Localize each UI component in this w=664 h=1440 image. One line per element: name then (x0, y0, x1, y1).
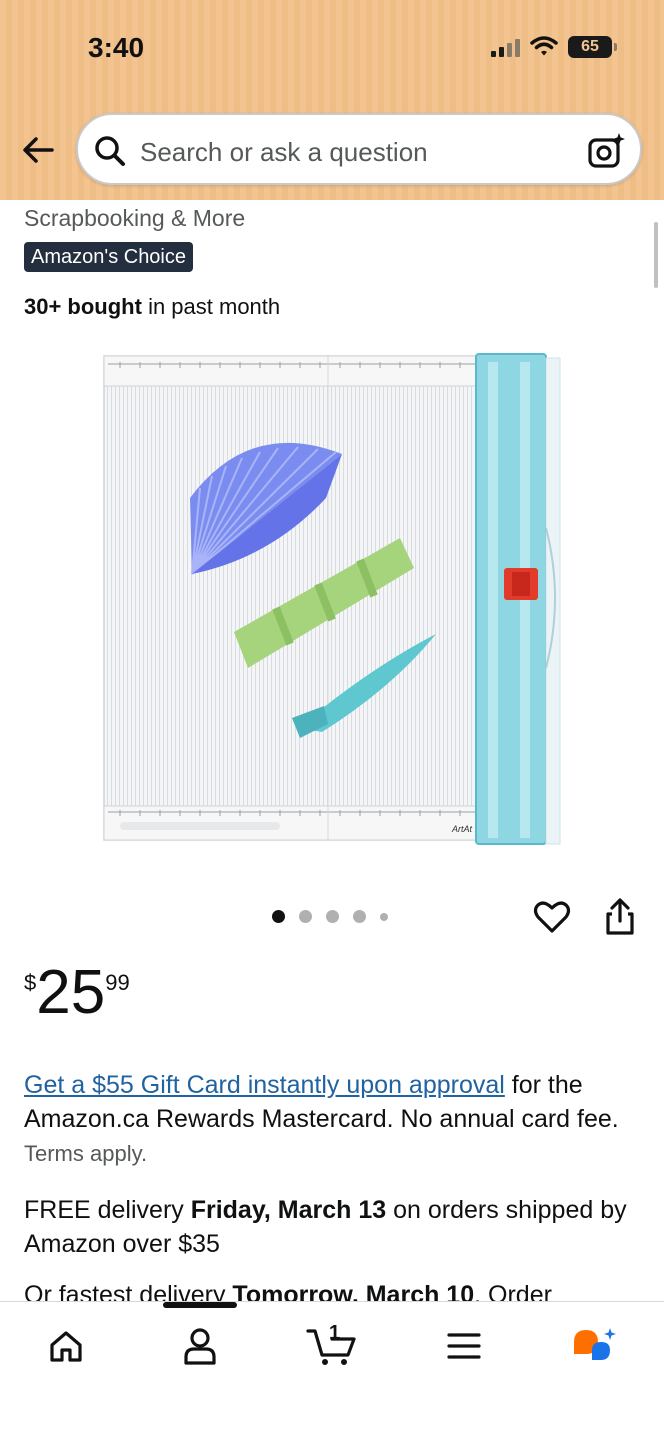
gift-card-link[interactable]: Get a $55 Gift Card instantly upon appro… (24, 1071, 505, 1099)
rufus-ai-icon[interactable] (570, 1324, 618, 1368)
scrollbar[interactable] (654, 222, 658, 288)
brand-mark: ArtAt (451, 824, 473, 834)
carousel-dot[interactable] (353, 910, 366, 923)
signal-icon (491, 37, 520, 57)
wifi-icon (530, 36, 558, 56)
camera-icon[interactable] (586, 131, 626, 171)
home-icon[interactable] (42, 1324, 90, 1368)
home-indicator (163, 1302, 237, 1308)
bought-count-strong: 30+ bought (24, 294, 142, 319)
delivery-info: FREE delivery Friday, March 13 on orders… (24, 1193, 644, 1261)
price-symbol: $ (24, 970, 37, 995)
carousel-dot[interactable] (299, 910, 312, 923)
trimmer-rail (475, 353, 561, 845)
back-arrow-icon[interactable] (18, 130, 58, 170)
delivery-prefix: FREE delivery (24, 1196, 191, 1224)
carousel-dot[interactable] (380, 912, 388, 921)
gift-card-promo: Get a $55 Gift Card instantly upon appro… (24, 1068, 644, 1171)
cart-icon[interactable]: 1 (306, 1322, 358, 1368)
heart-icon[interactable] (532, 897, 572, 937)
status-indicators: 65 (491, 36, 617, 58)
bought-count-rest: in past month (141, 294, 281, 319)
top-header: 3:40 65 Search or ask a question (0, 0, 664, 200)
delivery-date: Friday, March 13 (190, 1196, 387, 1224)
status-time: 3:40 (88, 32, 145, 63)
bottom-navigation: 1 (0, 1301, 664, 1440)
terms-link[interactable]: Terms apply. (24, 1141, 147, 1166)
carousel-dot[interactable] (272, 910, 285, 923)
image-carousel-dots[interactable] (272, 910, 388, 923)
share-icon[interactable] (600, 897, 640, 937)
price-fraction: 99 (105, 970, 130, 995)
menu-icon[interactable] (440, 1324, 488, 1368)
carousel-dot[interactable] (326, 910, 339, 923)
account-icon[interactable] (176, 1324, 224, 1368)
amazons-choice-badge: Amazon's Choice (24, 242, 193, 272)
search-input[interactable]: Search or ask a question (76, 113, 642, 185)
product-image[interactable]: ArtAt (100, 348, 566, 848)
bought-count: 30+ bought in past month (24, 294, 280, 320)
cart-count: 1 (329, 1322, 341, 1344)
search-icon (95, 136, 125, 166)
product-title[interactable]: Scrapbooking & More (24, 205, 245, 232)
search-placeholder: Search or ask a question (140, 137, 428, 167)
price-whole: 25 (36, 958, 106, 1027)
battery-icon: 65 (568, 36, 617, 58)
product-price: $ 25 99 (24, 960, 130, 1026)
